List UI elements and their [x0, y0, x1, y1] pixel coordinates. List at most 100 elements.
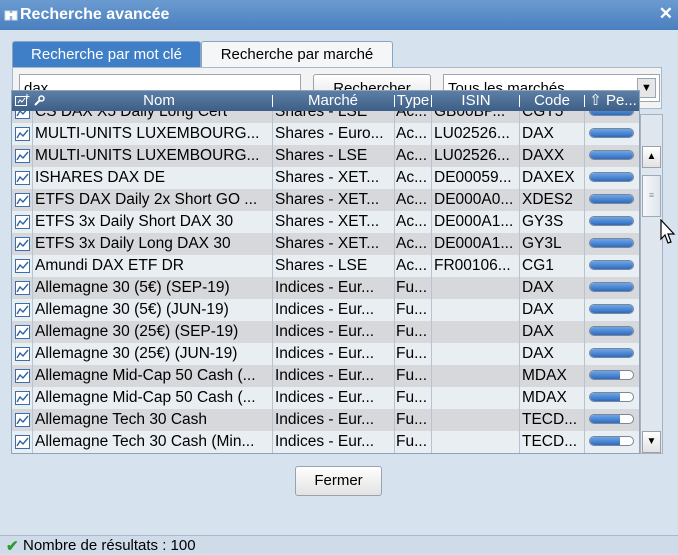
table-row[interactable]: Allemagne Tech 30 Cash (Min... Indices - …: [12, 431, 639, 453]
cell-market: Shares - XET...: [275, 191, 380, 208]
performance-bar: [589, 150, 634, 160]
table-row[interactable]: ETFS DAX Daily 2x Short GO ... Shares - X…: [12, 189, 639, 211]
chart-icon[interactable]: [15, 149, 30, 163]
cell-performance: [585, 431, 639, 453]
chart-icon[interactable]: [15, 435, 30, 449]
chart-icon[interactable]: [15, 281, 30, 295]
column-divider[interactable]: [519, 95, 520, 107]
performance-bar: [589, 172, 634, 182]
cell-code: CGT5: [522, 111, 564, 120]
cell-isin: LU02526...: [434, 125, 510, 142]
performance-bar-fill: [590, 437, 621, 445]
cell-type: Ac...: [396, 235, 428, 252]
cell-code: MDAX: [522, 389, 567, 406]
table-row[interactable]: MULTI-UNITS LUXEMBOURG... Shares - Euro..…: [12, 123, 639, 145]
vertical-scrollbar[interactable]: ▲ ≡ ▼: [640, 114, 663, 454]
cell-isin: [434, 299, 518, 321]
cell-code: DAXEX: [522, 169, 575, 186]
chart-icon[interactable]: [15, 237, 30, 251]
column-divider[interactable]: [584, 95, 585, 107]
close-button[interactable]: Fermer: [295, 466, 382, 496]
table-row[interactable]: ISHARES DAX DE Shares - XET... Ac... DE0005…: [12, 167, 639, 189]
performance-bar: [589, 282, 634, 292]
cell-isin: LU02526...: [434, 147, 510, 164]
cell-name: Allemagne Tech 30 Cash (Min...: [35, 433, 255, 450]
table-row[interactable]: ETFS 3x Daily Short DAX 30 Shares - XET..…: [12, 211, 639, 233]
search-window-icon: [4, 10, 18, 21]
cell-name: ETFS 3x Daily Short DAX 30: [35, 213, 234, 230]
chart-icon[interactable]: [15, 171, 30, 185]
wrench-icon[interactable]: [32, 91, 46, 111]
table-row[interactable]: Allemagne 30 (25€) (SEP-19) Indices - Eur…: [12, 321, 639, 343]
chart-icon[interactable]: [15, 369, 30, 383]
cell-type: Fu...: [396, 411, 428, 428]
table-row[interactable]: MULTI-UNITS LUXEMBOURG... Shares - LSE Ac.…: [12, 145, 639, 167]
chart-icon[interactable]: [15, 325, 30, 339]
table-row[interactable]: Allemagne 30 (25€) (JUN-19) Indices - Eur…: [12, 343, 639, 365]
chart-icon[interactable]: [15, 259, 30, 273]
cell-isin: [434, 387, 518, 409]
cell-type: Fu...: [396, 301, 428, 318]
column-header-isin[interactable]: ISIN: [433, 91, 519, 111]
table-row[interactable]: Allemagne 30 (5€) (SEP-19) Indices - Eur.…: [12, 277, 639, 299]
table-row[interactable]: Allemagne 30 (5€) (JUN-19) Indices - Eur.…: [12, 299, 639, 321]
table-row[interactable]: Amundi DAX ETF DR Shares - LSE Ac... FR0010…: [12, 255, 639, 277]
cell-name: CS DAX X5 Daily Long Cert: [35, 111, 228, 120]
performance-bar-fill: [590, 393, 621, 401]
cell-code: DAX: [522, 301, 554, 318]
column-header-performance-label: Pe...: [605, 92, 637, 109]
cell-type: Ac...: [396, 213, 428, 230]
cell-name: ETFS DAX Daily 2x Short GO ...: [35, 191, 258, 208]
column-header-code[interactable]: Code: [521, 91, 583, 111]
cell-market: Indices - Eur...: [275, 279, 375, 296]
cell-name: Allemagne Mid-Cap 50 Cash (...: [35, 367, 256, 384]
chart-icon[interactable]: [15, 215, 30, 229]
table-row[interactable]: ETFS 3x Daily Long DAX 30 Shares - XET...…: [12, 233, 639, 255]
chart-icon[interactable]: [15, 193, 30, 207]
column-gridline: [584, 111, 585, 453]
column-header-performance[interactable]: ⇧ Pe...: [586, 91, 639, 111]
performance-bar: [589, 348, 634, 358]
mouse-cursor-icon: [660, 219, 676, 244]
cell-type: Fu...: [396, 279, 428, 296]
results-table: Nom Marché Type ISIN Code ⇧ Pe... CS DAX…: [11, 90, 640, 454]
performance-bar-fill: [590, 217, 633, 225]
cell-market: Shares - LSE: [275, 147, 368, 164]
cell-type: Ac...: [396, 111, 428, 120]
chart-icon[interactable]: [15, 413, 30, 427]
tab-market-search[interactable]: Recherche par marché: [201, 41, 393, 67]
cell-performance: [585, 111, 639, 123]
performance-bar-fill: [590, 151, 633, 159]
close-icon[interactable]: ✕: [659, 4, 673, 24]
cell-performance: [585, 299, 639, 321]
chart-icon[interactable]: [15, 347, 30, 361]
column-divider[interactable]: [431, 95, 432, 107]
cell-market: Indices - Eur...: [275, 433, 375, 450]
column-divider[interactable]: [272, 95, 273, 107]
column-header-name[interactable]: Nom: [48, 91, 270, 111]
chart-icon[interactable]: [15, 303, 30, 317]
cell-name: Amundi DAX ETF DR: [35, 257, 185, 274]
add-to-list-icon[interactable]: [14, 91, 30, 111]
scroll-up-icon[interactable]: ▲: [642, 146, 661, 168]
scrollbar-thumb[interactable]: ≡: [642, 175, 661, 217]
cell-market: Indices - Eur...: [275, 389, 375, 406]
chart-icon[interactable]: [15, 111, 30, 119]
column-header-market[interactable]: Marché: [274, 91, 392, 111]
performance-bar-fill: [590, 261, 633, 269]
cell-market: Shares - LSE: [275, 111, 368, 120]
table-row[interactable]: CS DAX X5 Daily Long Cert Shares - LSE Ac.…: [12, 111, 639, 123]
cell-code: DAXX: [522, 147, 565, 164]
table-row[interactable]: Allemagne Tech 30 Cash Indices - Eur... Fu…: [12, 409, 639, 431]
table-row[interactable]: Allemagne Mid-Cap 50 Cash (... Indices - …: [12, 365, 639, 387]
chart-icon[interactable]: [15, 391, 30, 405]
table-row[interactable]: Allemagne Mid-Cap 50 Cash (... Indices - …: [12, 387, 639, 409]
cell-type: Fu...: [396, 323, 428, 340]
cell-market: Indices - Eur...: [275, 345, 375, 362]
tab-keyword-search[interactable]: Recherche par mot clé: [12, 41, 201, 67]
scroll-down-icon[interactable]: ▼: [642, 431, 661, 453]
cell-code: DAX: [522, 125, 554, 142]
results-count: Nombre de résultats : 100: [23, 537, 196, 554]
column-header-type[interactable]: Type: [395, 91, 431, 111]
chart-icon[interactable]: [15, 127, 30, 141]
